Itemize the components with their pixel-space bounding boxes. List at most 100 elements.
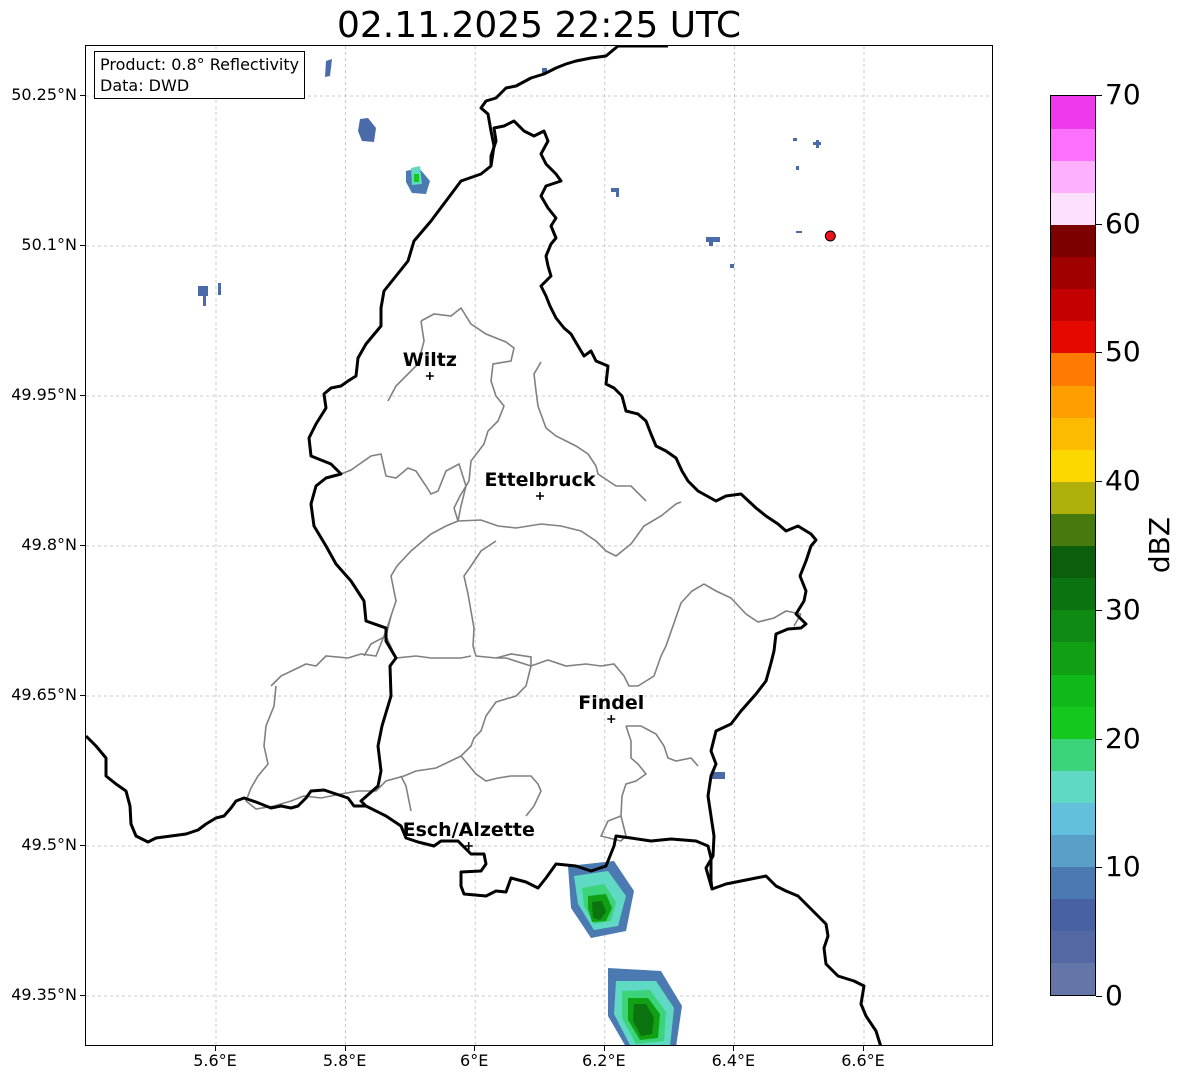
colorbar-tick-mark [1096,481,1102,483]
x-tick-label: 5.8°E [322,1051,367,1070]
radar-echoes [198,59,821,1045]
colorbar-segment [1051,256,1095,290]
colorbar-segment [1051,160,1095,193]
colorbar [1050,95,1096,996]
colorbar-segment [1051,962,1095,995]
city-label: Esch/Alzette [403,819,535,841]
colorbar-segment [1051,898,1095,932]
colorbar-tick-mark [1096,95,1102,96]
belgium-germany-border [479,46,668,167]
colorbar-tick-mark [1096,867,1102,869]
y-tick-label: 49.35°N [11,985,77,1004]
colorbar-segment [1051,834,1095,868]
colorbar-segment [1051,449,1095,482]
product-label: Product: 0.8° Reflectivity [100,55,300,74]
city-marker [536,492,544,500]
colorbar-segment [1051,384,1095,418]
radar-map[interactable]: Wiltz Ettelbruck Findel Esch/Alzette [85,45,993,1046]
colorbar-tick-mark [1096,609,1102,611]
echo-pixel [796,166,799,170]
colorbar-tick-label: 50 [1105,335,1141,369]
y-tick-mark [80,845,85,846]
colorbar-segment [1051,513,1095,547]
colorbar-label: dBZ [1143,516,1176,574]
echo-pixel [709,242,713,246]
city-esch-alzette: Esch/Alzette [403,819,535,850]
x-tick-mark [215,1046,216,1051]
echo-pixel [796,231,802,233]
x-tick-mark [474,1046,476,1051]
colorbar-tick-label: 0 [1105,979,1123,1012]
x-tick-label: 6°E [460,1051,489,1070]
y-tick-mark [80,695,85,696]
colorbar-segment [1051,224,1095,258]
echo-pixel [358,118,376,142]
colorbar-tick-label: 10 [1105,850,1141,884]
colorbar-segment [1051,738,1095,771]
echo-pixel [730,264,734,268]
echo-pixel [816,140,819,148]
x-tick-mark [344,1046,346,1051]
echo-pixel [198,286,208,296]
colorbar-tick-label: 40 [1105,464,1141,498]
city-markers: Wiltz Ettelbruck Findel Esch/Alzette [403,349,644,850]
colorbar-segment [1051,609,1095,643]
y-tick-mark [80,995,85,996]
city-label: Wiltz [403,349,457,371]
france-germany-border [711,874,882,1045]
colorbar-segment [1051,481,1095,514]
x-tick-label: 6.4°E [711,1051,756,1070]
colorbar-segment [1051,673,1095,707]
colorbar-segment [1051,320,1095,354]
echo-pixel [414,174,419,182]
x-tick-label: 6.6°E [841,1051,885,1070]
city-findel: Findel [578,692,644,723]
colorbar-tick-mark [1096,738,1102,740]
colorbar-segment [1051,706,1095,739]
product-info-box: Product: 0.8° Reflectivity Data: DWD [94,51,306,99]
colorbar-segment [1051,96,1095,129]
city-marker [607,715,616,723]
colorbar-segment [1051,192,1095,226]
x-tick-mark [603,1046,605,1051]
colorbar-tick-label: 70 [1105,78,1141,111]
colorbar-segment [1051,770,1095,803]
colorbar-segment [1051,288,1095,322]
colorbar-segment [1051,930,1095,964]
x-tick-mark [863,1046,864,1051]
colorbar-segment [1051,802,1095,836]
y-tick-mark [80,395,85,396]
colorbar-segment [1051,577,1095,611]
colorbar-tick-mark [1096,223,1102,225]
x-tick-label: 6.2°E [582,1051,626,1070]
colorbar-tick-mark [1096,996,1102,997]
colorbar-segment [1051,641,1095,675]
luxembourg-border [307,119,818,898]
echo-cell-south-1 [568,861,634,938]
colorbar-tick-label: 60 [1105,206,1141,240]
y-tick-label: 50.1°N [21,235,77,254]
map-title: 02.11.2025 22:25 UTC [336,5,742,46]
france-border-west [86,734,366,844]
y-tick-label: 50.25°N [11,85,77,104]
colorbar-segment [1051,545,1095,579]
colorbar-tick-label: 20 [1105,721,1141,755]
echo-cell-south-2 [608,968,682,1045]
echo-pixel [203,296,206,306]
y-tick-label: 49.65°N [11,685,77,704]
y-tick-label: 49.8°N [21,535,77,554]
colorbar-segment [1051,866,1095,900]
colorbar-segment [1051,128,1095,161]
echo-pixel [793,138,797,141]
city-label: Findel [578,692,644,714]
x-tick-label: 5.6°E [193,1051,237,1070]
echo-pixel [616,190,619,197]
colorbar-segment [1051,352,1095,386]
y-tick-mark [80,245,85,246]
y-tick-mark [80,95,85,96]
echo-pixel [706,237,720,242]
map-canvas: Wiltz Ettelbruck Findel Esch/Alzette [86,46,992,1045]
city-ettelbruck: Ettelbruck [485,469,596,500]
echo-pixel [218,283,221,295]
x-tick-mark [733,1046,735,1051]
